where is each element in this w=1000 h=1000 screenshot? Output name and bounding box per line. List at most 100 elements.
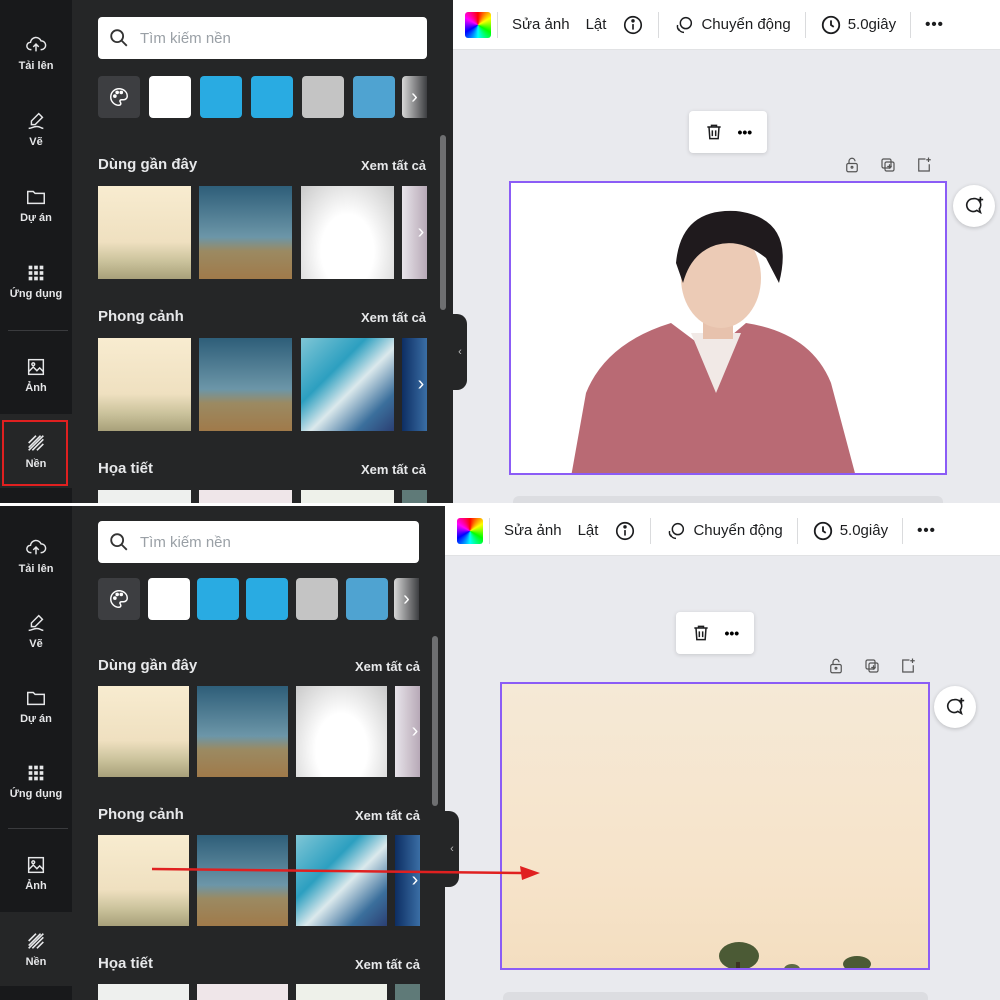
toolbar-divider (497, 11, 498, 38)
edit-photo-button[interactable]: Sửa ảnh (496, 522, 570, 539)
search-box[interactable] (98, 521, 419, 563)
thumbnail-blue-marble[interactable] (301, 338, 394, 431)
thumbnail-moon-desert[interactable] (199, 338, 292, 431)
animate-label: Chuyển động (701, 16, 791, 33)
panel-scrollbar[interactable] (432, 636, 438, 806)
color-swatch[interactable] (353, 76, 395, 118)
color-swatch[interactable] (302, 76, 344, 118)
more-icon[interactable]: ••• (724, 625, 739, 641)
add-page-icon[interactable] (915, 156, 933, 174)
sidebar-item-background[interactable]: Nền (0, 414, 72, 488)
design-canvas[interactable] (500, 682, 930, 970)
color-swatch[interactable] (246, 578, 288, 620)
color-swatch[interactable] (197, 578, 239, 620)
search-input[interactable] (140, 533, 380, 551)
see-all-link[interactable]: Xem tất cả (355, 808, 420, 823)
chevron-right-icon[interactable]: › (404, 686, 426, 777)
animate-button[interactable]: Chuyển động (657, 520, 790, 542)
sidebar-item-photos[interactable]: Ảnh (0, 338, 72, 412)
color-swatch[interactable] (251, 76, 293, 118)
flip-button[interactable]: Lật (570, 522, 607, 539)
color-picker-icon[interactable] (457, 517, 483, 544)
thumbnail-pattern[interactable] (395, 984, 420, 1000)
color-picker-button[interactable] (98, 578, 140, 620)
thumbnail-pattern[interactable] (197, 984, 288, 1000)
thumbnail-white-gradient[interactable] (301, 186, 394, 279)
info-button[interactable] (614, 14, 652, 36)
see-all-link[interactable]: Xem tất cả (355, 957, 420, 972)
color-picker-button[interactable] (98, 76, 140, 118)
thumbnail-pattern[interactable] (301, 490, 394, 503)
trash-icon[interactable] (704, 122, 724, 142)
thumbnail-pattern[interactable] (402, 490, 427, 503)
sidebar-item-draw[interactable]: Vẽ (0, 92, 72, 166)
thumbnail-misty-landscape[interactable] (98, 186, 191, 279)
sidebar-item-background[interactable]: Nền (0, 912, 72, 986)
see-all-link[interactable]: Xem tất cả (361, 462, 426, 477)
duplicate-icon[interactable] (879, 156, 897, 174)
thumbnail-moon-desert[interactable] (199, 186, 292, 279)
duplicate-icon[interactable] (863, 657, 881, 675)
color-swatch[interactable] (296, 578, 338, 620)
color-swatch[interactable] (148, 578, 190, 620)
color-swatch[interactable] (346, 578, 388, 620)
swatch-scroll-right[interactable]: › (394, 578, 419, 620)
toolbar-divider (910, 11, 912, 38)
edit-photo-button[interactable]: Sửa ảnh (504, 16, 578, 33)
search-box[interactable] (98, 17, 427, 59)
background-icon (28, 933, 44, 949)
add-comment-button[interactable] (934, 686, 976, 728)
sidebar-item-projects[interactable]: Dự án (0, 168, 72, 242)
chevron-right-icon[interactable]: › (410, 338, 432, 431)
sidebar-item-upload[interactable]: Tải lên (0, 16, 72, 90)
color-picker-icon[interactable] (465, 11, 491, 38)
thumbnail-pattern[interactable] (199, 490, 292, 503)
swatch-scroll-right[interactable]: › (402, 76, 427, 118)
see-all-link[interactable]: Xem tất cả (361, 158, 426, 173)
flip-button[interactable]: Lật (578, 16, 615, 33)
panel-scrollbar[interactable] (440, 135, 446, 310)
duration-button[interactable]: 5.0giây (804, 520, 896, 542)
animate-button[interactable]: Chuyển động (665, 14, 798, 36)
sidebar-item-draw[interactable]: Vẽ (0, 594, 72, 668)
more-button[interactable]: ••• (909, 522, 944, 539)
lock-icon[interactable] (843, 156, 861, 174)
more-icon[interactable]: ••• (737, 124, 752, 140)
color-swatch[interactable] (200, 76, 242, 118)
thumbnail-misty-landscape[interactable] (98, 686, 189, 777)
sidebar-item-label: Ảnh (25, 880, 47, 892)
lock-icon[interactable] (827, 657, 845, 675)
sidebar-item-label: Ứng dụng (9, 788, 63, 800)
element-floating-toolbar: ••• (676, 612, 754, 654)
thumbnail-pattern[interactable] (98, 984, 189, 1000)
section-title: Họa tiết (98, 955, 154, 972)
collapse-panel-button[interactable]: ‹ (453, 314, 467, 390)
left-rail: Tải lên Vẽ Dự án Ứng dụng Ảnh Nền (0, 506, 72, 1000)
portrait-photo[interactable] (511, 183, 947, 475)
thumbnail-pattern[interactable] (98, 490, 191, 503)
see-all-link[interactable]: Xem tất cả (355, 659, 420, 674)
sidebar-item-apps[interactable]: Ứng dụng (0, 744, 72, 818)
add-comment-button[interactable] (953, 185, 995, 227)
search-input[interactable] (140, 29, 380, 47)
sidebar-item-photos[interactable]: Ảnh (0, 836, 72, 910)
trash-icon[interactable] (691, 623, 711, 643)
sidebar-item-projects[interactable]: Dự án (0, 669, 72, 743)
sidebar-item-label: Tải lên (18, 60, 54, 72)
thumbnail-moon-desert[interactable] (197, 686, 288, 777)
info-button[interactable] (606, 520, 644, 542)
folder-icon (27, 190, 45, 205)
thumbnail-white-gradient[interactable] (296, 686, 387, 777)
color-swatch[interactable] (149, 76, 191, 118)
sidebar-item-upload[interactable]: Tải lên (0, 519, 72, 593)
thumbnail-misty-landscape[interactable] (98, 338, 191, 431)
chevron-right-icon[interactable]: › (410, 186, 432, 279)
search-icon (110, 533, 128, 551)
more-button[interactable]: ••• (917, 16, 952, 33)
duration-button[interactable]: 5.0giây (812, 14, 904, 36)
design-canvas[interactable] (509, 181, 947, 475)
sidebar-item-apps[interactable]: Ứng dụng (0, 244, 72, 318)
thumbnail-pattern[interactable] (296, 984, 387, 1000)
see-all-link[interactable]: Xem tất cả (361, 310, 426, 325)
add-page-icon[interactable] (899, 657, 917, 675)
